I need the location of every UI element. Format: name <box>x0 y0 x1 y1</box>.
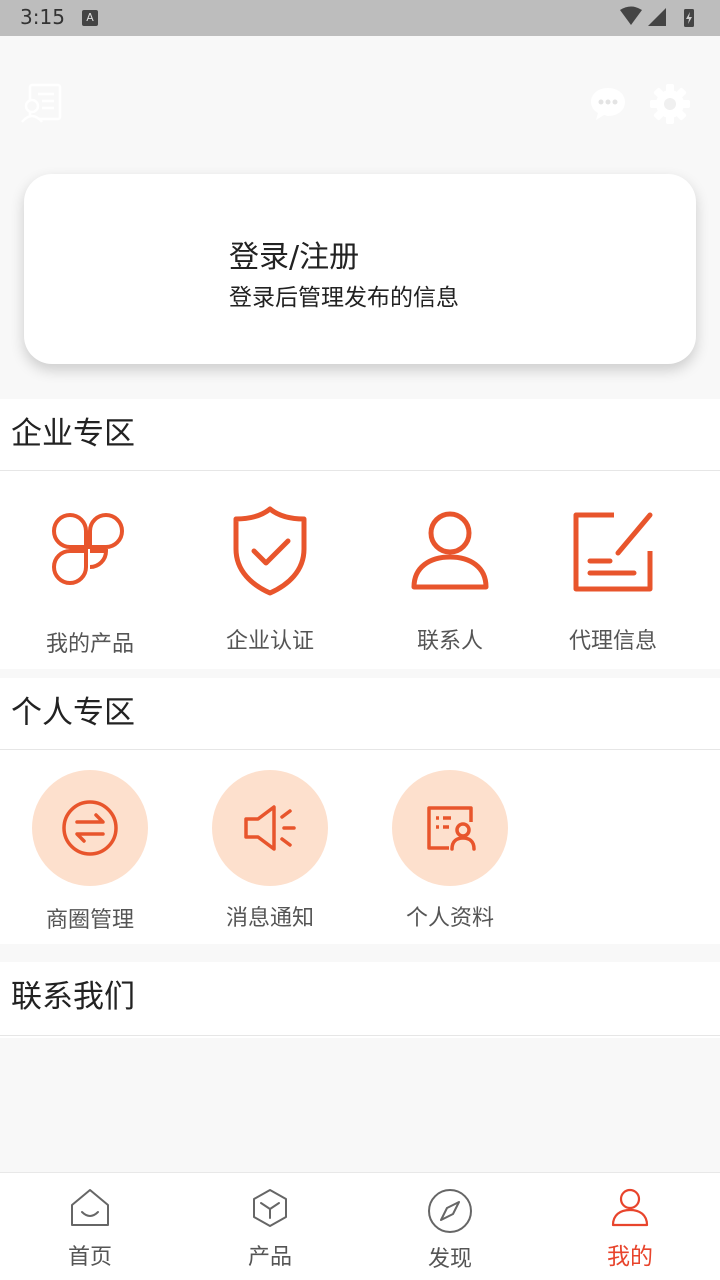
enterprise-section-title: 企业专区 <box>0 399 720 471</box>
contact-card-icon[interactable] <box>20 82 64 126</box>
enterprise-item-label: 联系人 <box>416 629 483 654</box>
login-card[interactable]: 登录/注册 登录后管理发布的信息 <box>24 174 696 364</box>
profile-card-icon <box>427 806 476 851</box>
shield-check-icon <box>233 506 307 596</box>
personal-item-label: 消息通知 <box>225 906 314 931</box>
personal-item-label: 个人资料 <box>405 906 494 931</box>
enterprise-item-contacts[interactable]: 联系人 <box>360 471 540 669</box>
notification-a-icon: A <box>82 10 98 26</box>
tab-label: 发现 <box>427 1247 472 1272</box>
edit-document-icon <box>573 512 653 592</box>
login-subtitle: 登录后管理发布的信息 <box>229 285 459 311</box>
enterprise-item-agent-info[interactable]: 代理信息 <box>540 471 720 669</box>
login-title[interactable]: 登录/注册 <box>229 232 359 276</box>
tab-label: 首页 <box>67 1245 112 1270</box>
chat-bubble-icon[interactable] <box>589 86 627 122</box>
status-time: 3:15 <box>20 5 65 29</box>
speaker-icon <box>244 805 296 851</box>
tab-label: 产品 <box>247 1245 292 1270</box>
profile-card-icon-bg <box>392 770 508 886</box>
personal-section-title: 个人专区 <box>0 678 720 750</box>
personal-item-profile[interactable]: 个人资料 <box>360 750 540 944</box>
tab-home[interactable]: 首页 <box>0 1173 180 1280</box>
personal-section: 个人专区 商圈管理 消息通知 个人资料 <box>0 678 720 944</box>
compass-icon <box>428 1189 472 1233</box>
status-icons <box>620 6 694 27</box>
exchange-icon <box>62 800 118 856</box>
enterprise-item-my-products[interactable]: 我的产品 <box>0 471 180 669</box>
enterprise-item-certification[interactable]: 企业认证 <box>180 471 360 669</box>
enterprise-section: 企业专区 我的产品 企业认证 联系人 代理信息 <box>0 399 720 669</box>
enterprise-item-label: 我的产品 <box>45 632 134 657</box>
personal-item-business-circle[interactable]: 商圈管理 <box>0 750 180 944</box>
tab-products[interactable]: 产品 <box>180 1173 360 1280</box>
exchange-icon-bg <box>32 770 148 886</box>
status-bar: 3:15 A <box>0 0 720 36</box>
tab-mine[interactable]: 我的 <box>540 1173 720 1280</box>
user-icon <box>611 1188 649 1227</box>
contact-section-title[interactable]: 联系我们 <box>0 962 720 1036</box>
enterprise-item-label: 企业认证 <box>225 629 314 654</box>
personal-item-label: 商圈管理 <box>45 908 134 933</box>
tab-label: 我的 <box>607 1244 653 1270</box>
tab-discover[interactable]: 发现 <box>360 1173 540 1280</box>
personal-item-notifications[interactable]: 消息通知 <box>180 750 360 944</box>
clover-icon <box>52 513 124 585</box>
bottom-tab-bar: 首页 产品 发现 我的 <box>0 1172 720 1280</box>
person-icon <box>411 511 489 590</box>
signal-icon <box>648 8 666 26</box>
wifi-icon <box>620 6 642 25</box>
gear-icon[interactable] <box>648 82 692 126</box>
contact-section[interactable]: 联系我们 <box>0 962 720 1038</box>
cube-icon <box>253 1189 287 1227</box>
speaker-icon-bg <box>212 770 328 886</box>
home-icon <box>71 1189 109 1226</box>
enterprise-item-label: 代理信息 <box>568 629 657 654</box>
